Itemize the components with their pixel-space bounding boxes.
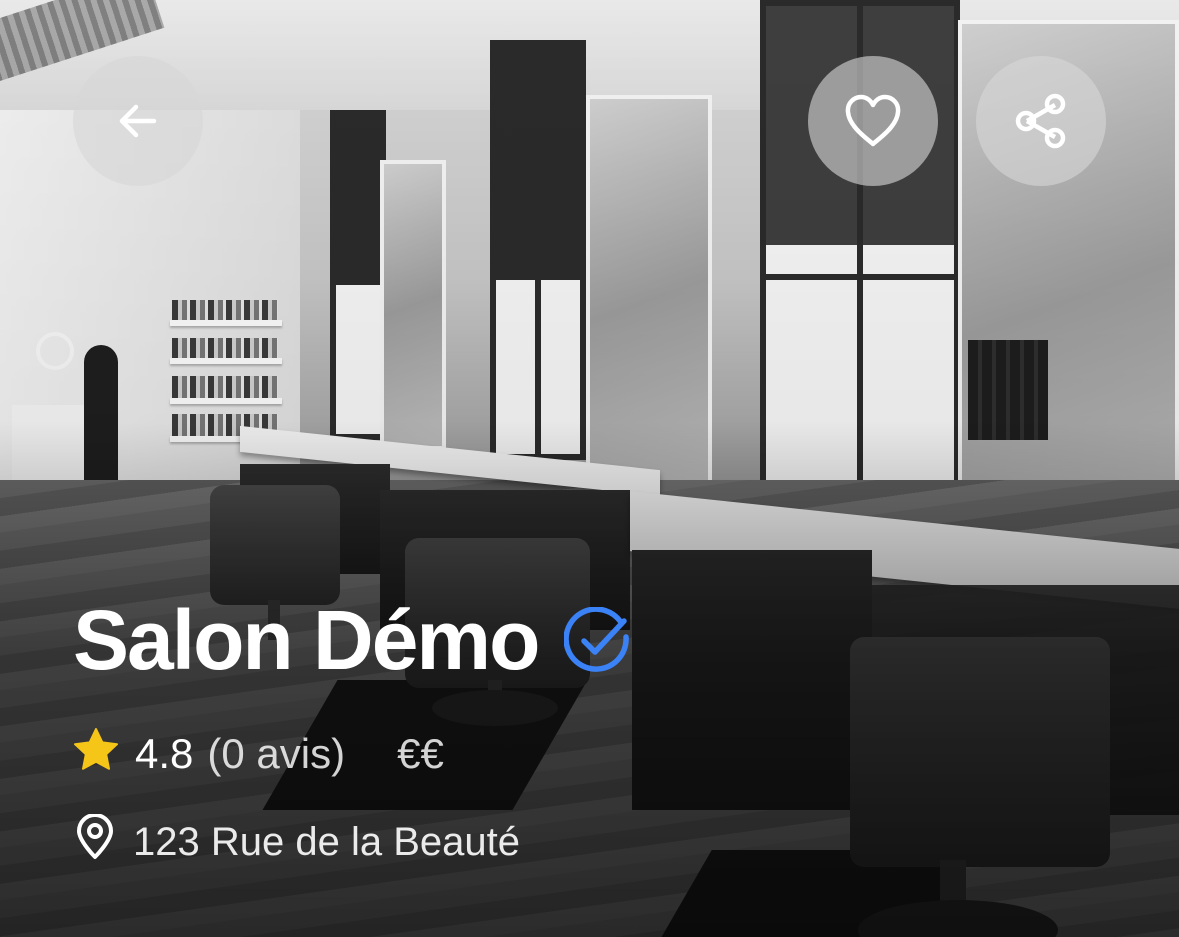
favorite-button[interactable]	[808, 56, 938, 186]
title-row: Salon Démo	[73, 590, 1133, 690]
star-icon	[73, 727, 119, 781]
address-text: 123 Rue de la Beauté	[133, 819, 520, 864]
salon-info: Salon Démo 4.8 (0 avis) €€ 123 Rue de la…	[73, 590, 1133, 864]
share-button[interactable]	[976, 56, 1106, 186]
location-pin-icon	[75, 813, 115, 870]
heart-outline-icon	[843, 93, 903, 149]
address-row[interactable]: 123 Rue de la Beauté	[73, 812, 520, 872]
rating-row: 4.8 (0 avis) €€	[73, 724, 444, 784]
review-count[interactable]: (0 avis)	[207, 730, 345, 778]
price-level: €€	[397, 730, 444, 777]
salon-hero: Salon Démo 4.8 (0 avis) €€ 123 Rue de la…	[0, 0, 1179, 937]
verified-check-badge-icon	[563, 605, 632, 680]
rating-value: 4.8	[135, 730, 194, 777]
arrow-left-icon	[114, 97, 162, 145]
salon-name: Salon Démo	[73, 593, 540, 687]
back-button[interactable]	[73, 56, 203, 186]
share-icon	[1013, 92, 1069, 150]
